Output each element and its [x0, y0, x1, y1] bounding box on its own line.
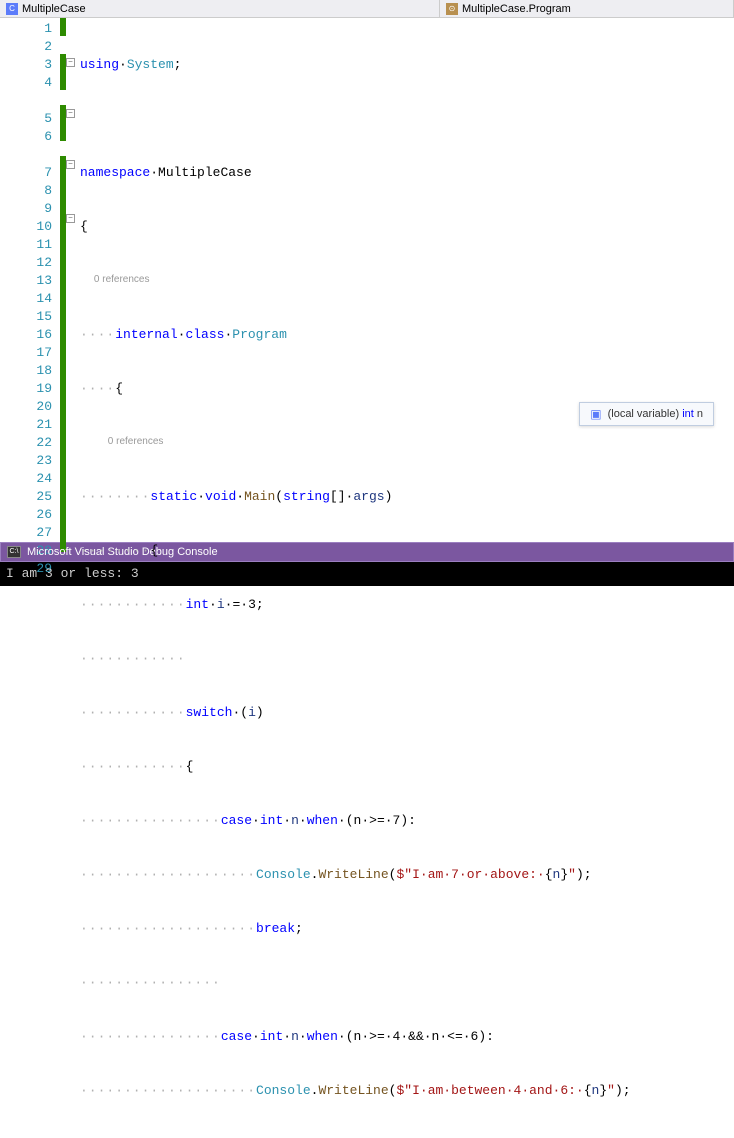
- fold-icon[interactable]: −: [66, 109, 75, 118]
- cs-file-icon: C: [6, 3, 18, 15]
- codelens-link[interactable]: 0 references: [94, 274, 150, 285]
- scope-left-label: MultipleCase: [22, 3, 86, 15]
- code-editor[interactable]: 1234 56 78910111213141516171819202122232…: [0, 18, 734, 542]
- method-icon: ⊙: [446, 3, 458, 15]
- codelens-link[interactable]: 0 references: [108, 436, 164, 447]
- intellisense-tooltip: ▣ (local variable) int n: [579, 402, 714, 426]
- fold-icon[interactable]: −: [66, 58, 75, 67]
- scope-right-label: MultipleCase.Program: [462, 3, 571, 15]
- scope-dropdown-left[interactable]: C MultipleCase: [0, 0, 440, 17]
- breadcrumb-bar: C MultipleCase ⊙ MultipleCase.Program: [0, 0, 734, 18]
- fold-icon[interactable]: −: [66, 214, 75, 223]
- line-number-gutter: 1234 56 78910111213141516171819202122232…: [0, 18, 60, 542]
- console-icon: C:\: [7, 546, 21, 558]
- scope-dropdown-right[interactable]: ⊙ MultipleCase.Program: [440, 0, 734, 17]
- code-content[interactable]: using·System; namespace·MultipleCase { 0…: [80, 18, 734, 542]
- variable-icon: ▣: [590, 407, 601, 421]
- fold-icon[interactable]: −: [66, 160, 75, 169]
- outline-column[interactable]: − − − −: [66, 18, 80, 542]
